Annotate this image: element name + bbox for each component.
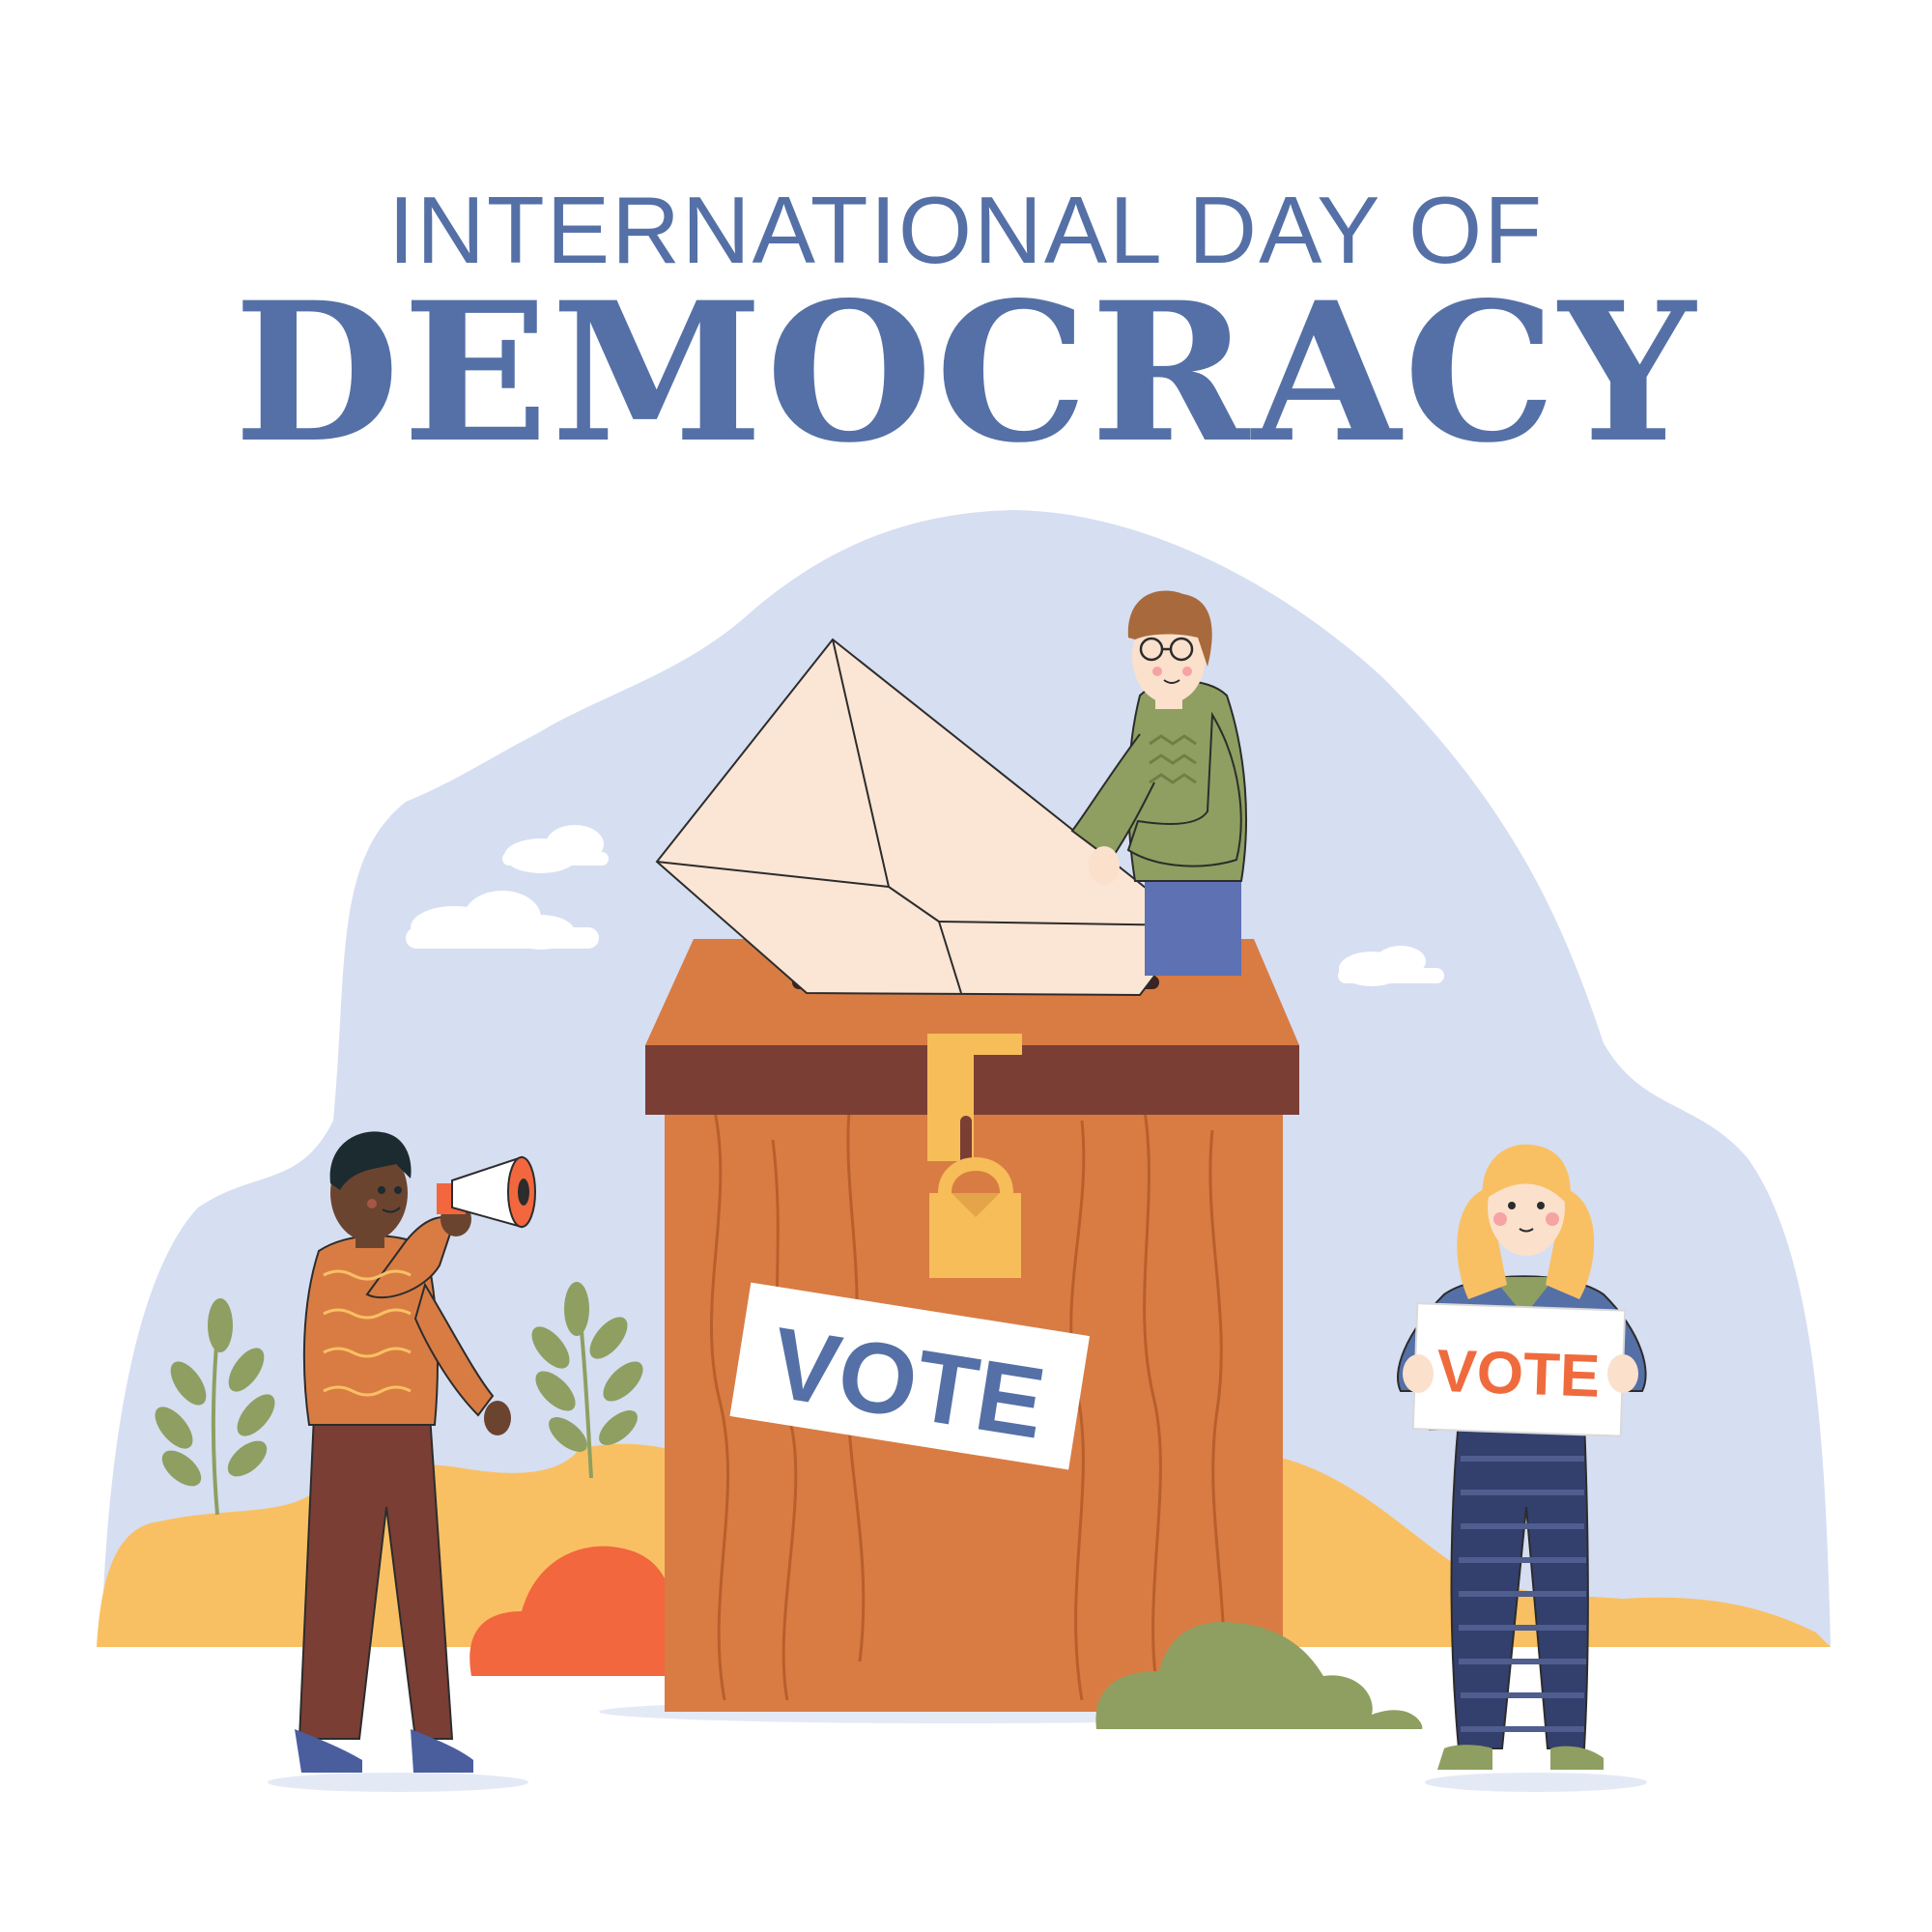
vote-sign: VOTE: [1411, 1302, 1627, 1437]
title-block: INTERNATIONAL DAY OF DEMOCRACY: [234, 177, 1698, 485]
illustration-stage: INTERNATIONAL DAY OF DEMOCRACY VOTE VOTE: [0, 0, 1932, 1932]
ground-shadow-man: [268, 1773, 528, 1792]
vote-sign-label: VOTE: [1435, 1338, 1601, 1410]
ground-shadow-woman: [1425, 1773, 1647, 1792]
democracy-illustration: INTERNATIONAL DAY OF DEMOCRACY VOTE VOTE: [97, 177, 1831, 1792]
title-line-2: DEMOCRACY: [234, 260, 1698, 485]
